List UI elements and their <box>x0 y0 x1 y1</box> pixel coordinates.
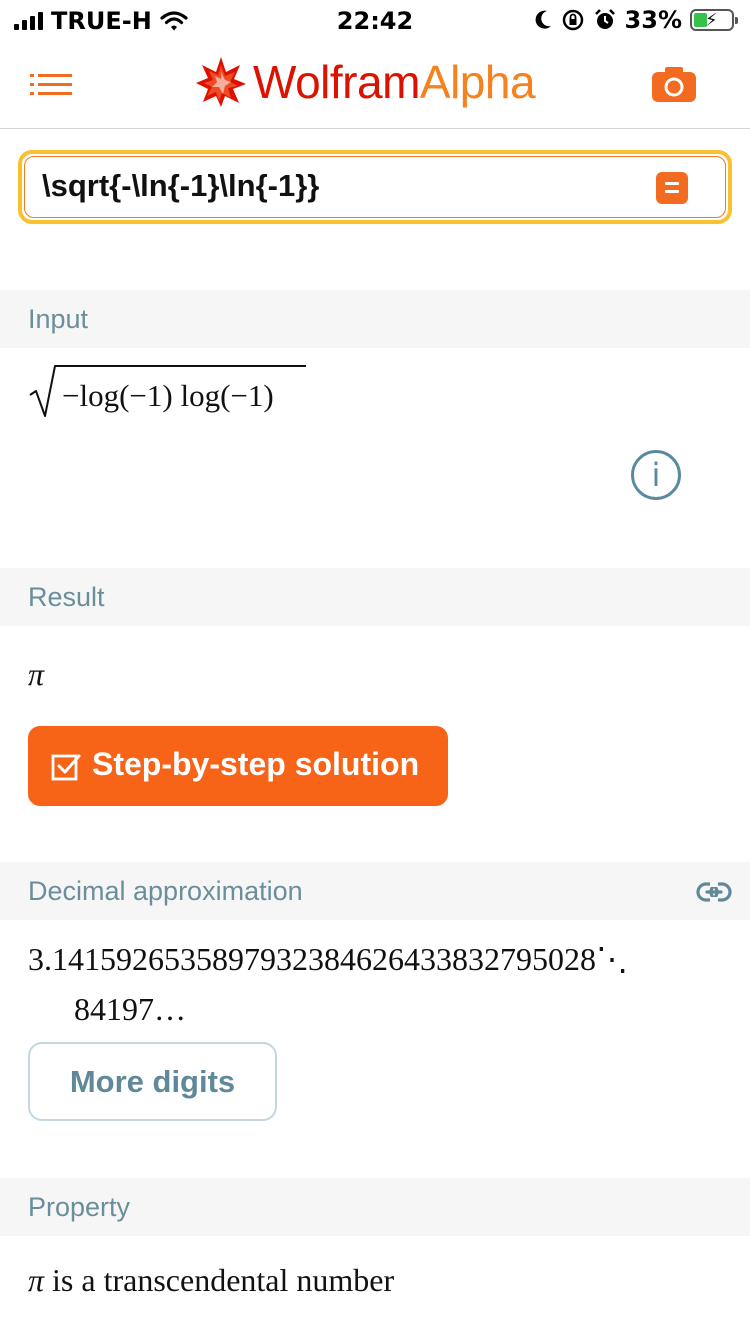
brand-wolfram: Wolfram <box>253 56 420 108</box>
status-right: 33% ⚡ <box>533 6 738 34</box>
equals-icon[interactable] <box>656 172 688 204</box>
alarm-icon <box>594 9 615 29</box>
decimal-line-2: 84197… <box>74 991 186 1027</box>
decimal-pod-title: Decimal approximation <box>28 876 303 906</box>
input-pod-header: Input <box>0 290 750 348</box>
step-by-step-label: Step-by-step solution <box>92 746 420 782</box>
battery-icon: ⚡ <box>690 9 738 31</box>
step-by-step-button[interactable]: Step-by-step solution <box>28 726 448 806</box>
brand-alpha: Alpha <box>419 56 536 108</box>
wolfram-star-icon <box>195 56 247 108</box>
info-icon[interactable]: i <box>631 450 681 500</box>
menu-icon[interactable] <box>30 68 74 102</box>
checkbox-icon <box>50 750 82 787</box>
property-pod-header: Property <box>0 1178 750 1236</box>
search-input[interactable] <box>42 164 622 208</box>
wolfram-alpha-logo: WolframAlpha <box>195 54 536 110</box>
app-header: WolframAlpha <box>0 42 750 129</box>
more-digits-button[interactable]: More digits <box>28 1042 277 1121</box>
search-box <box>18 150 732 224</box>
property-statement: π is a transcendental number <box>28 1262 394 1299</box>
battery-percent: 33% <box>624 6 682 34</box>
moon-icon <box>535 10 551 29</box>
camera-icon[interactable] <box>650 64 698 104</box>
brand-wordmark: WolframAlpha <box>253 54 536 110</box>
decimal-pod-header: Decimal approximation <box>0 862 750 920</box>
property-pod-title: Property <box>28 1192 131 1222</box>
property-text: is a transcendental number <box>44 1262 395 1298</box>
link-icon[interactable] <box>696 879 732 905</box>
result-pod-header: Result <box>0 568 750 626</box>
input-expression-text: −log(−1) log(−1) <box>62 378 274 413</box>
property-symbol: π <box>28 1262 45 1298</box>
more-digits-label: More digits <box>69 1064 236 1099</box>
rotation-lock-icon <box>562 9 583 31</box>
result-value: π <box>28 656 45 692</box>
decimal-line-1: 3.1415926535897932384626433832795028⋱ <box>28 941 628 977</box>
input-pod-title: Input <box>28 304 89 334</box>
input-expression: −log(−1) log(−1) <box>28 362 328 425</box>
status-bar: TRUE-H 22:42 33% ⚡ <box>0 0 750 42</box>
decimal-value: 3.1415926535897932384626433832795028⋱ 84… <box>28 934 628 1034</box>
result-pod-title: Result <box>28 582 105 612</box>
